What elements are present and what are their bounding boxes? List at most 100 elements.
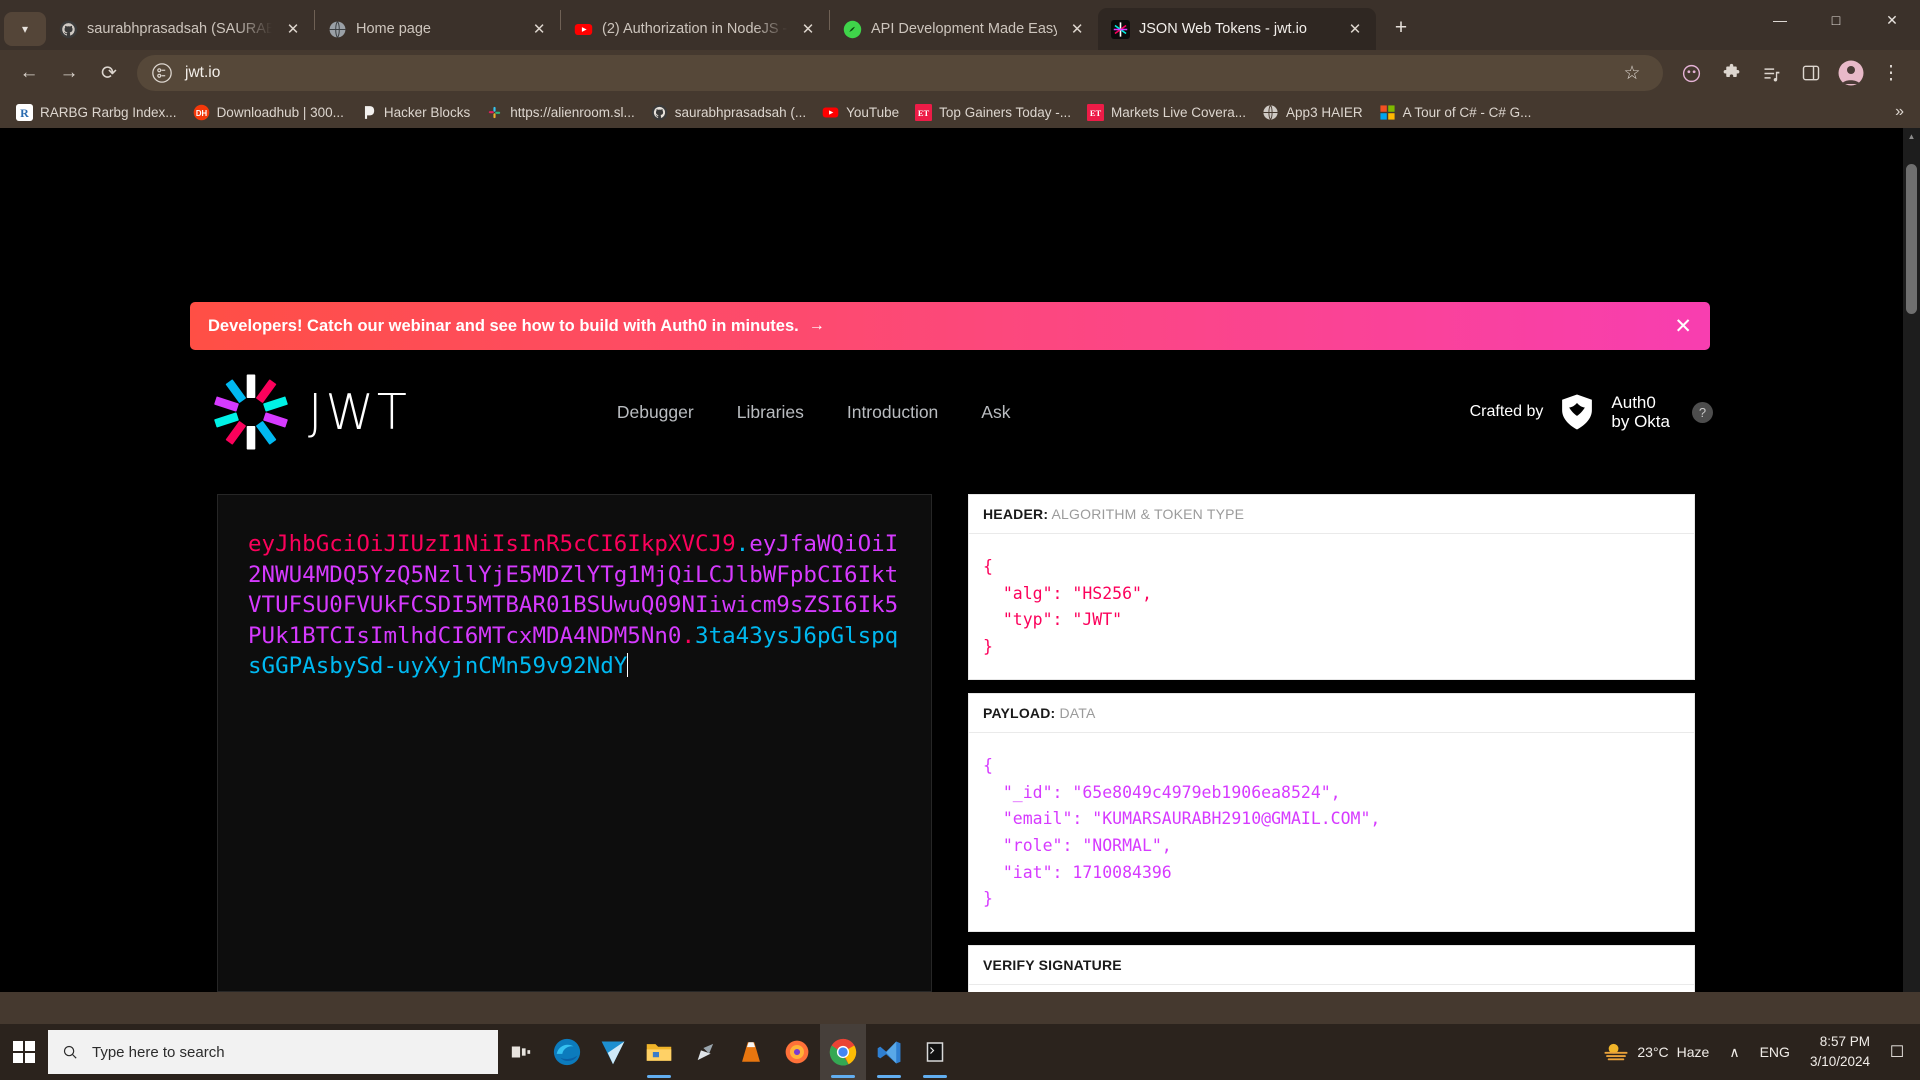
tab-title: (2) Authorization in NodeJS - Yo — [602, 21, 788, 37]
browser-tab-postman[interactable]: API Development Made Easy ✕ — [830, 8, 1098, 50]
edge-icon — [553, 1038, 581, 1066]
bookmark-app3-haier[interactable]: App3 HAIER — [1254, 101, 1371, 124]
close-icon[interactable]: ✕ — [1344, 18, 1366, 40]
notification-center-button[interactable]: ☐ — [1880, 1024, 1914, 1080]
bookmark-alienroom-slack[interactable]: https://alienroom.sl... — [478, 101, 643, 124]
extensions-button[interactable] — [1712, 54, 1750, 92]
system-tray: 23°C Haze ∧ ENG 8:57 PM 3/10/2024 ☐ — [1593, 1024, 1920, 1080]
page-scrollbar[interactable]: ▲ — [1903, 128, 1920, 992]
side-panel-button[interactable] — [1792, 54, 1830, 92]
profile-button[interactable] — [1832, 54, 1870, 92]
bookmark-top-gainers[interactable]: ET Top Gainers Today -... — [907, 101, 1079, 124]
taskbar-firefox[interactable] — [774, 1024, 820, 1080]
weather-widget[interactable]: 23°C Haze — [1593, 1024, 1719, 1080]
close-icon[interactable]: ✕ — [1066, 18, 1088, 40]
site-settings-icon[interactable] — [151, 62, 173, 84]
taskbar-vscode[interactable] — [866, 1024, 912, 1080]
bookmark-tour-of-csharp[interactable]: A Tour of C# - C# G... — [1371, 101, 1540, 124]
bookmark-markets-live[interactable]: ET Markets Live Covera... — [1079, 101, 1254, 124]
bookmark-github[interactable]: saurabhprasadsah (... — [643, 101, 814, 124]
crafted-by-auth0[interactable]: Crafted by Auth0 by Okta ? — [1470, 391, 1713, 433]
promo-banner[interactable]: Developers! Catch our webinar and see ho… — [190, 302, 1710, 350]
encoded-token-text[interactable]: eyJhbGciOiJIUzI1NiIsInR5cCI6IkpXVCJ9.eyJ… — [218, 495, 931, 682]
bookmark-downloadhub[interactable]: DH Downloadhub | 300... — [185, 101, 352, 124]
taskbar-telegram[interactable] — [590, 1024, 636, 1080]
taskbar-clock[interactable]: 8:57 PM 3/10/2024 — [1800, 1024, 1880, 1080]
maximize-button[interactable]: □ — [1808, 0, 1864, 40]
language-indicator[interactable]: ENG — [1750, 1024, 1800, 1080]
media-control-button[interactable] — [1752, 54, 1790, 92]
forward-button[interactable]: → — [50, 54, 88, 92]
file-explorer-icon — [646, 1044, 672, 1061]
double-chevron-right-icon: » — [1895, 103, 1904, 120]
payload-json-editor[interactable]: { "_id": "65e8049c4979eb1906ea8524", "em… — [969, 733, 1694, 931]
scrollbar-thumb[interactable] — [1906, 164, 1917, 314]
jwt-logo[interactable]: JWT — [212, 373, 410, 451]
close-icon[interactable]: ✕ — [797, 18, 819, 40]
token-dot-1: . — [735, 531, 750, 557]
bookmark-rarbg[interactable]: R RARBG Rarbg Index... — [8, 101, 185, 124]
new-tab-button[interactable]: + — [1384, 11, 1418, 45]
nav-link-libraries[interactable]: Libraries — [737, 402, 804, 423]
bookmark-hacker-blocks[interactable]: Hacker Blocks — [352, 101, 478, 124]
media-control-icon — [1764, 67, 1779, 81]
header-json-editor[interactable]: { "alg": "HS256", "typ": "JWT" } — [969, 534, 1694, 679]
encoded-token-panel[interactable]: eyJhbGciOiJIUzI1NiIsInR5cCI6IkpXVCJ9.eyJ… — [217, 494, 932, 992]
address-bar[interactable]: jwt.io ☆ — [137, 55, 1663, 91]
close-icon[interactable]: ✕ — [528, 18, 550, 40]
close-icon[interactable]: ✕ — [282, 18, 304, 40]
help-icon[interactable]: ? — [1692, 401, 1713, 423]
taskbar-chrome[interactable] — [820, 1024, 866, 1080]
tab-title: JSON Web Tokens - jwt.io — [1139, 21, 1307, 37]
browser-tab-jwt-io[interactable]: JSON Web Tokens - jwt.io ✕ — [1098, 8, 1376, 50]
vscode-icon — [877, 1041, 900, 1063]
back-button[interactable]: ← — [10, 54, 48, 92]
browser-menu-button[interactable]: ⋮ — [1872, 54, 1910, 92]
tab-search-button[interactable]: ▾ — [4, 12, 46, 46]
verify-signature-card: VERIFY SIGNATURE HMACSHA256( base64UrlEn… — [968, 945, 1695, 992]
snipping-tool-icon — [697, 1043, 714, 1061]
arrow-left-icon: ← — [19, 62, 39, 83]
decoded-payload-card: PAYLOAD: DATA { "_id": "65e8049c4979eb19… — [968, 692, 1695, 933]
close-window-button[interactable]: ✕ — [1864, 0, 1920, 40]
nav-link-introduction[interactable]: Introduction — [847, 402, 938, 423]
chrome-icon — [829, 1038, 857, 1066]
taskbar-vlc[interactable] — [728, 1024, 774, 1080]
signature-body: HMACSHA256( base64UrlEncode(header) + ".… — [969, 985, 1694, 992]
search-icon — [63, 1045, 77, 1059]
browser-tab-youtube[interactable]: (2) Authorization in NodeJS - Yo ✕ — [561, 8, 829, 50]
hackerblocks-icon — [364, 105, 375, 119]
extension-icon-button[interactable] — [1672, 54, 1710, 92]
close-icon[interactable]: ✕ — [1674, 316, 1692, 337]
bookmark-youtube[interactable]: YouTube — [814, 101, 907, 124]
bookmark-star-button[interactable]: ☆ — [1613, 54, 1651, 92]
crafted-by-label: Crafted by — [1469, 403, 1544, 420]
chevron-down-icon: ▾ — [21, 22, 29, 36]
profile-avatar — [1838, 60, 1864, 86]
minimize-button[interactable]: — — [1752, 0, 1808, 40]
taskbar-snipping-tool[interactable] — [682, 1024, 728, 1080]
nav-link-debugger[interactable]: Debugger — [617, 402, 694, 423]
extensions-icon — [1723, 63, 1739, 77]
nav-link-ask[interactable]: Ask — [981, 402, 1010, 423]
task-view-button[interactable] — [498, 1024, 544, 1080]
browser-tab-github[interactable]: saurabhprasadsah (SAURABH G ✕ — [46, 8, 314, 50]
firefox-icon — [785, 1040, 809, 1064]
svg-text:DH: DH — [195, 109, 207, 118]
browser-tab-home-page[interactable]: Home page ✕ — [315, 8, 560, 50]
scroll-up-arrow-icon[interactable]: ▲ — [1903, 128, 1920, 145]
vlc-icon — [742, 1042, 760, 1062]
downloadhub-icon: DH — [193, 104, 209, 120]
taskbar-edge[interactable] — [544, 1024, 590, 1080]
auth0-wordmark: Auth0 by Okta — [1611, 393, 1670, 431]
start-button[interactable] — [0, 1024, 48, 1080]
taskbar-terminal[interactable] — [912, 1024, 958, 1080]
taskbar-file-explorer[interactable] — [636, 1024, 682, 1080]
arrow-right-icon: → — [808, 317, 825, 334]
reload-button[interactable]: ⟳ — [90, 54, 128, 92]
bookmarks-overflow-button[interactable]: » — [1887, 103, 1912, 121]
tray-expand-button[interactable]: ∧ — [1719, 1024, 1749, 1080]
bookmark-label: Hacker Blocks — [383, 104, 471, 120]
taskbar-search[interactable]: Type here to search — [48, 1030, 498, 1074]
site-navigation: Debugger Libraries Introduction Ask — [617, 402, 1011, 423]
